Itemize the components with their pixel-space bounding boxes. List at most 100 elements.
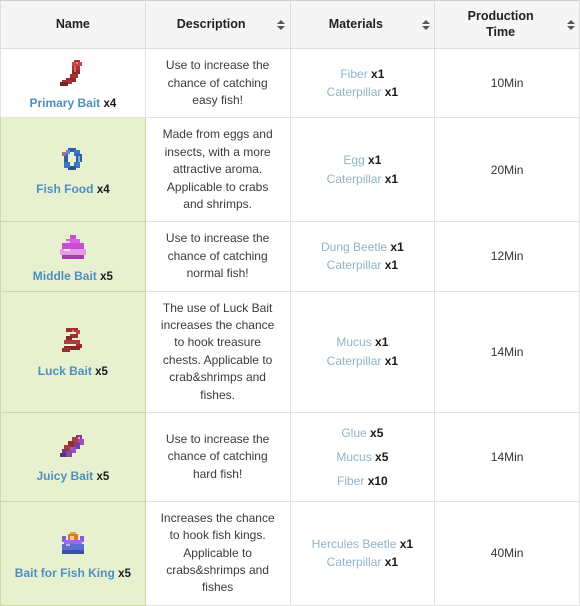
worm-red-icon: [54, 58, 92, 92]
material-quantity: x5: [370, 425, 384, 440]
recipe-quantity: x4: [96, 184, 110, 197]
material-name-link[interactable]: Mucus: [336, 335, 371, 349]
material-name-link[interactable]: Egg: [343, 153, 364, 167]
recipe-description-cell: Use to increase the chance of catching e…: [144, 48, 291, 119]
crafting-recipes-table: Name Description Materials Production Ti…: [0, 0, 580, 606]
bait-magenta-icon: [54, 231, 92, 265]
recipe-production-time-cell: 14Min: [434, 411, 580, 502]
column-header-production-time[interactable]: Production Time: [434, 0, 580, 50]
material-entry: Caterpillar x1: [296, 170, 430, 189]
material-quantity: x5: [375, 449, 389, 464]
recipe-name-cell: Primary Bait x4: [0, 48, 146, 119]
material-name-link[interactable]: Caterpillar: [327, 85, 382, 99]
material-quantity: x1: [368, 153, 382, 168]
material-quantity: x1: [390, 239, 404, 254]
recipe-description-cell: Made from eggs and insects, with a more …: [144, 117, 291, 223]
recipe-name-link[interactable]: Primary Bait: [29, 96, 100, 110]
recipe-quantity: x5: [100, 270, 113, 283]
material-name-link[interactable]: Fiber: [337, 474, 364, 488]
material-quantity: x1: [375, 335, 389, 350]
material-name-link[interactable]: Caterpillar: [327, 555, 382, 569]
table-row: Fish Food x4 Made from eggs and insects, …: [0, 117, 580, 223]
recipe-description-cell: Use to increase the chance of catching n…: [144, 221, 291, 292]
recipe-materials-cell: Hercules Beetle x1 Caterpillar x1: [289, 500, 436, 606]
recipe-quantity: x5: [118, 567, 131, 580]
production-time-line-1: Production: [467, 9, 534, 23]
recipe-materials-cell: Mucus x1 Caterpillar x1: [289, 290, 436, 413]
column-header-materials[interactable]: Materials: [289, 0, 436, 50]
recipe-production-time-cell: 40Min: [434, 500, 580, 606]
material-name-link[interactable]: Hercules Beetle: [312, 537, 397, 551]
column-header-materials-label: Materials: [328, 16, 383, 31]
material-quantity: x1: [384, 171, 399, 186]
table-row: Luck Bait x5 The use of Luck Bait increas…: [0, 290, 580, 413]
table-row: Bait for Fish King x5 Increases the chanc…: [0, 500, 580, 606]
column-header-description-label: Description: [176, 16, 246, 31]
recipe-quantity: x5: [96, 471, 110, 484]
material-name-link[interactable]: Glue: [341, 426, 366, 440]
column-header-production-time-label: Production Time: [439, 9, 562, 40]
recipe-production-time-cell: 10Min: [434, 48, 580, 119]
table-row: Middle Bait x5 Use to increase the chance…: [0, 221, 580, 292]
recipe-description-cell: The use of Luck Bait increases the chanc…: [144, 290, 291, 413]
material-quantity: x1: [371, 66, 385, 81]
material-name-link[interactable]: Dung Beetle: [321, 240, 387, 254]
material-entry: Fiber x10: [296, 469, 430, 493]
recipe-description-cell: Use to increase the chance of catching h…: [144, 411, 291, 502]
recipe-quantity: x5: [95, 366, 108, 379]
material-entry: Mucus x1: [296, 333, 430, 352]
table-header-row: Name Description Materials Production Ti…: [0, 0, 580, 50]
material-entry: Egg x1: [296, 151, 430, 170]
crystal-cluster-icon: [54, 431, 92, 465]
material-entry: Dung Beetle x1: [296, 238, 430, 257]
material-quantity: x1: [384, 555, 399, 570]
recipe-name-cell: Bait for Fish King x5: [0, 500, 146, 606]
leech-blue-icon: [54, 144, 92, 178]
worm-coiled-icon: [54, 326, 92, 360]
material-quantity: x10: [367, 473, 388, 488]
recipe-name-cell: Juicy Bait x5: [0, 411, 146, 502]
recipe-production-time-cell: 20Min: [434, 117, 580, 223]
material-entry: Mucus x5: [296, 445, 430, 469]
material-entry: Caterpillar x1: [296, 352, 430, 371]
material-entry: Caterpillar x1: [296, 83, 430, 102]
material-name-link[interactable]: Fiber: [340, 67, 367, 81]
column-header-name: Name: [0, 0, 146, 50]
column-header-description[interactable]: Description: [144, 0, 291, 50]
material-entry: Glue x5: [296, 421, 430, 445]
recipe-name-link[interactable]: Fish Food: [36, 182, 93, 196]
material-entry: Caterpillar x1: [296, 553, 430, 572]
table-body: Primary Bait x4 Use to increase the chanc…: [0, 48, 580, 606]
material-name-link[interactable]: Caterpillar: [327, 258, 382, 272]
column-header-name-label: Name: [55, 16, 90, 31]
material-name-link[interactable]: Caterpillar: [327, 354, 382, 368]
material-quantity: x1: [384, 258, 399, 273]
recipe-name-link[interactable]: Luck Bait: [38, 364, 92, 378]
recipe-materials-cell: Dung Beetle x1 Caterpillar x1: [289, 221, 436, 292]
recipe-name-cell: Fish Food x4: [0, 117, 146, 223]
sort-updown-icon-description[interactable]: [277, 18, 286, 32]
recipe-name-cell: Middle Bait x5: [0, 221, 146, 292]
recipe-name-link[interactable]: Middle Bait: [33, 269, 97, 283]
material-quantity: x1: [384, 353, 399, 368]
material-entry: Caterpillar x1: [296, 256, 430, 275]
recipe-name-link[interactable]: Bait for Fish King: [15, 566, 115, 580]
recipe-materials-cell: Egg x1 Caterpillar x1: [289, 117, 436, 223]
material-name-link[interactable]: Caterpillar: [327, 172, 382, 186]
table-row: Primary Bait x4 Use to increase the chanc…: [0, 48, 580, 119]
material-quantity: x1: [399, 536, 414, 551]
recipe-quantity: x4: [103, 97, 117, 110]
recipe-materials-cell: Glue x5 Mucus x5 Fiber x10: [289, 411, 436, 502]
sort-updown-icon-materials[interactable]: [421, 18, 430, 32]
sort-updown-icon-production-time[interactable]: [566, 18, 575, 32]
table-header: Name Description Materials Production Ti…: [0, 0, 580, 50]
crown-icon: [54, 528, 92, 562]
recipe-name-cell: Luck Bait x5: [0, 290, 146, 413]
production-time-line-2: Time: [486, 24, 516, 39]
recipe-materials-cell: Fiber x1 Caterpillar x1: [289, 48, 436, 119]
material-entry: Fiber x1: [296, 65, 430, 84]
recipe-name-link[interactable]: Juicy Bait: [36, 469, 93, 483]
material-name-link[interactable]: Mucus: [336, 450, 371, 464]
table-row: Juicy Bait x5 Use to increase the chance …: [0, 411, 580, 502]
recipe-production-time-cell: 12Min: [434, 221, 580, 292]
